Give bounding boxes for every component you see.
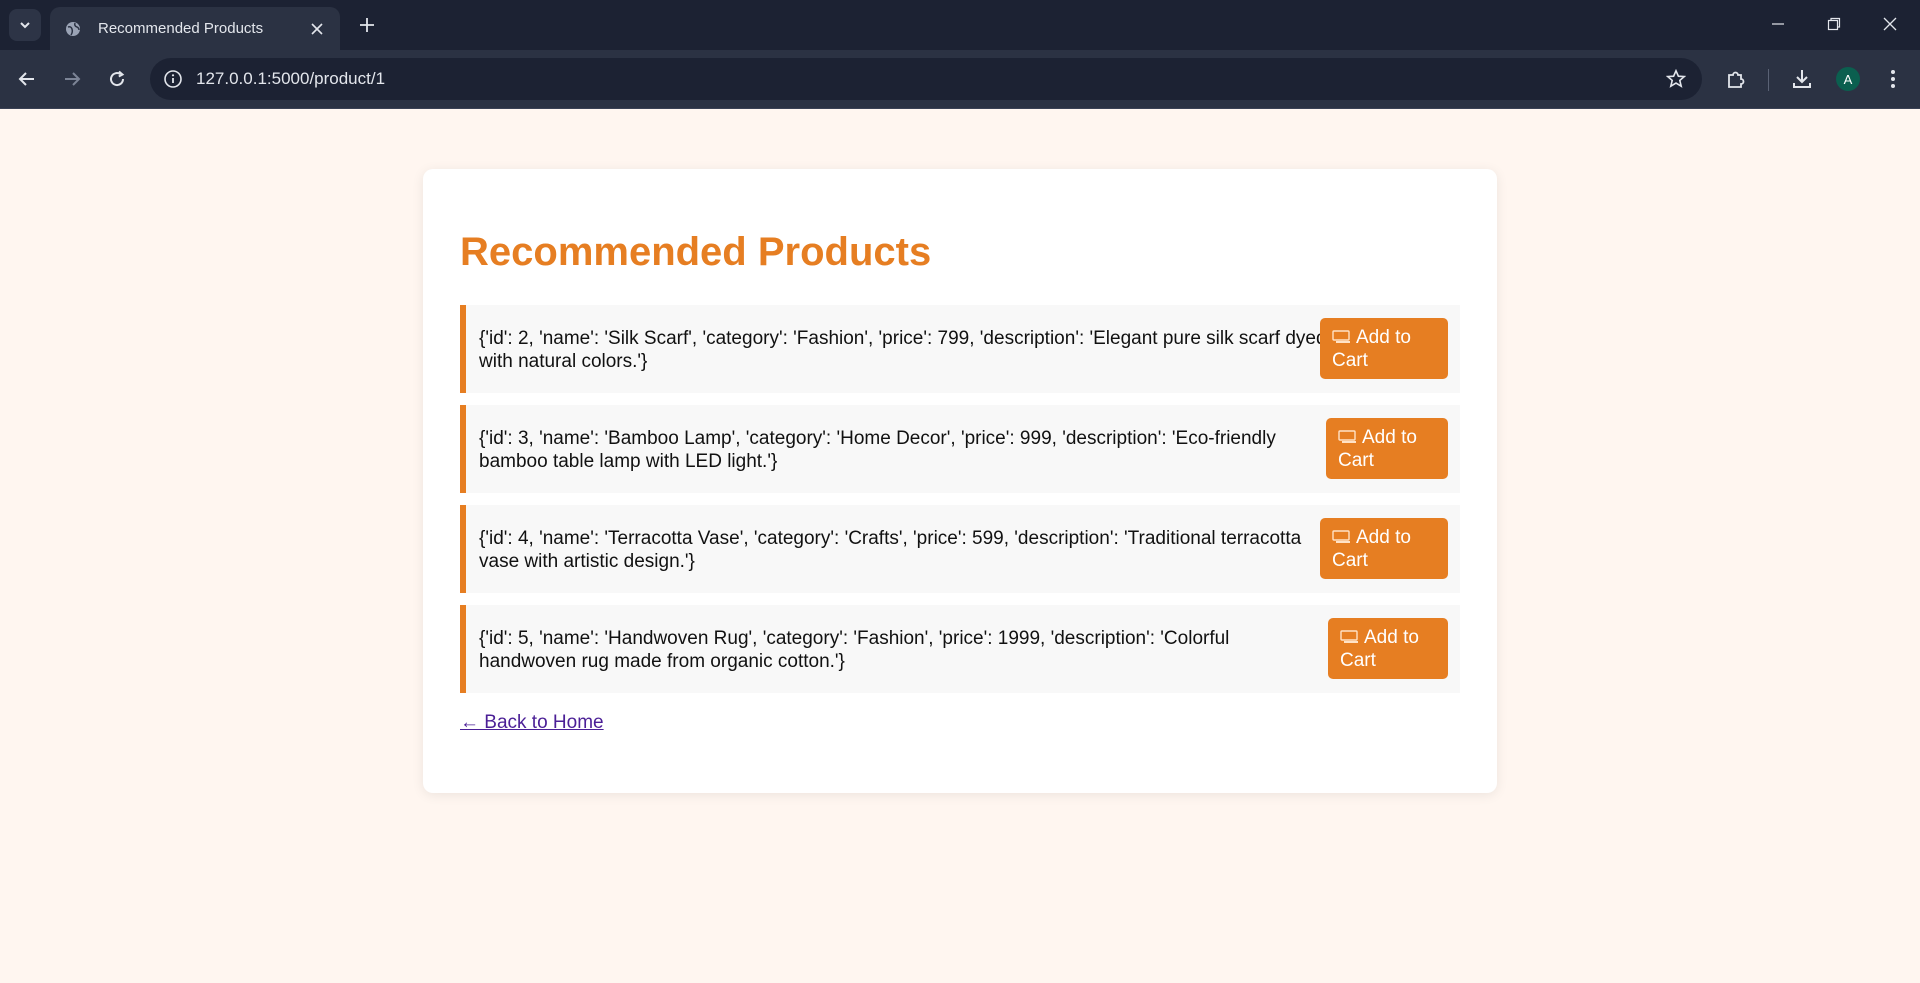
- profile-avatar[interactable]: A: [1836, 67, 1860, 91]
- arrow-left-icon: [18, 72, 34, 86]
- new-tab-button[interactable]: [353, 11, 381, 39]
- browser-toolbar: 127.0.0.1:5000/product/1 A: [0, 50, 1920, 109]
- extensions-button[interactable]: [1719, 62, 1753, 96]
- url-text: 127.0.0.1:5000/product/1: [196, 69, 386, 88]
- add-to-cart-button[interactable]: Add to Cart: [1326, 418, 1448, 479]
- back-to-home-link[interactable]: ← Back to Home: [460, 712, 604, 734]
- minimize-icon: [1772, 23, 1784, 25]
- product-item: {'id': 5, 'name': 'Handwoven Rug', 'cate…: [460, 605, 1460, 693]
- reload-button[interactable]: [100, 62, 134, 96]
- address-bar[interactable]: 127.0.0.1:5000/product/1: [150, 58, 1702, 100]
- product-item: {'id': 4, 'name': 'Terracotta Vase', 'ca…: [460, 505, 1460, 593]
- product-text: {'id': 3, 'name': 'Bamboo Lamp', 'catego…: [479, 428, 1276, 472]
- browser-tab-strip: Recommended Products: [0, 0, 1920, 50]
- forward-button[interactable]: [55, 62, 89, 96]
- close-icon: [1883, 17, 1897, 31]
- tab-search-button[interactable]: [9, 9, 41, 41]
- add-to-cart-button[interactable]: Add to Cart: [1320, 518, 1448, 579]
- cart-icon: [1338, 430, 1356, 443]
- cart-icon: [1340, 630, 1358, 643]
- downloads-button[interactable]: [1785, 62, 1819, 96]
- toolbar-divider: [1768, 69, 1769, 91]
- product-text: {'id': 4, 'name': 'Terracotta Vase', 'ca…: [479, 528, 1302, 572]
- tab-title: Recommended Products: [98, 20, 264, 37]
- globe-icon: [64, 20, 82, 38]
- back-button[interactable]: [10, 62, 44, 96]
- chevron-down-icon: [20, 22, 30, 29]
- add-to-cart-button[interactable]: Add to Cart: [1320, 318, 1448, 379]
- restore-button[interactable]: [1806, 0, 1862, 48]
- download-icon: [1793, 70, 1811, 88]
- product-text: {'id': 2, 'name': 'Silk Scarf', 'categor…: [479, 328, 1327, 372]
- content-card: Recommended Products {'id': 2, 'name': '…: [423, 169, 1497, 793]
- restore-icon: [1827, 17, 1841, 31]
- product-item: {'id': 2, 'name': 'Silk Scarf', 'categor…: [460, 305, 1460, 393]
- bookmark-star-icon[interactable]: [1664, 67, 1688, 91]
- site-info-icon[interactable]: [162, 68, 184, 90]
- arrow-right-icon: [65, 72, 81, 86]
- add-to-cart-button[interactable]: Add to Cart: [1328, 618, 1448, 679]
- page-title: Recommended Products: [460, 230, 932, 274]
- product-item: {'id': 3, 'name': 'Bamboo Lamp', 'catego…: [460, 405, 1460, 493]
- plus-icon: [360, 18, 374, 32]
- active-tab[interactable]: Recommended Products: [50, 7, 340, 50]
- close-window-button[interactable]: [1862, 0, 1918, 48]
- cart-icon: [1332, 530, 1350, 543]
- menu-button[interactable]: [1876, 62, 1910, 96]
- kebab-menu-icon: [1891, 70, 1895, 88]
- product-list: {'id': 2, 'name': 'Silk Scarf', 'categor…: [460, 305, 1460, 705]
- cart-icon: [1332, 330, 1350, 343]
- close-tab-icon[interactable]: [306, 18, 328, 40]
- puzzle-icon: [1728, 71, 1745, 88]
- minimize-button[interactable]: [1750, 0, 1806, 48]
- product-text: {'id': 5, 'name': 'Handwoven Rug', 'cate…: [479, 628, 1230, 672]
- reload-icon: [110, 70, 125, 87]
